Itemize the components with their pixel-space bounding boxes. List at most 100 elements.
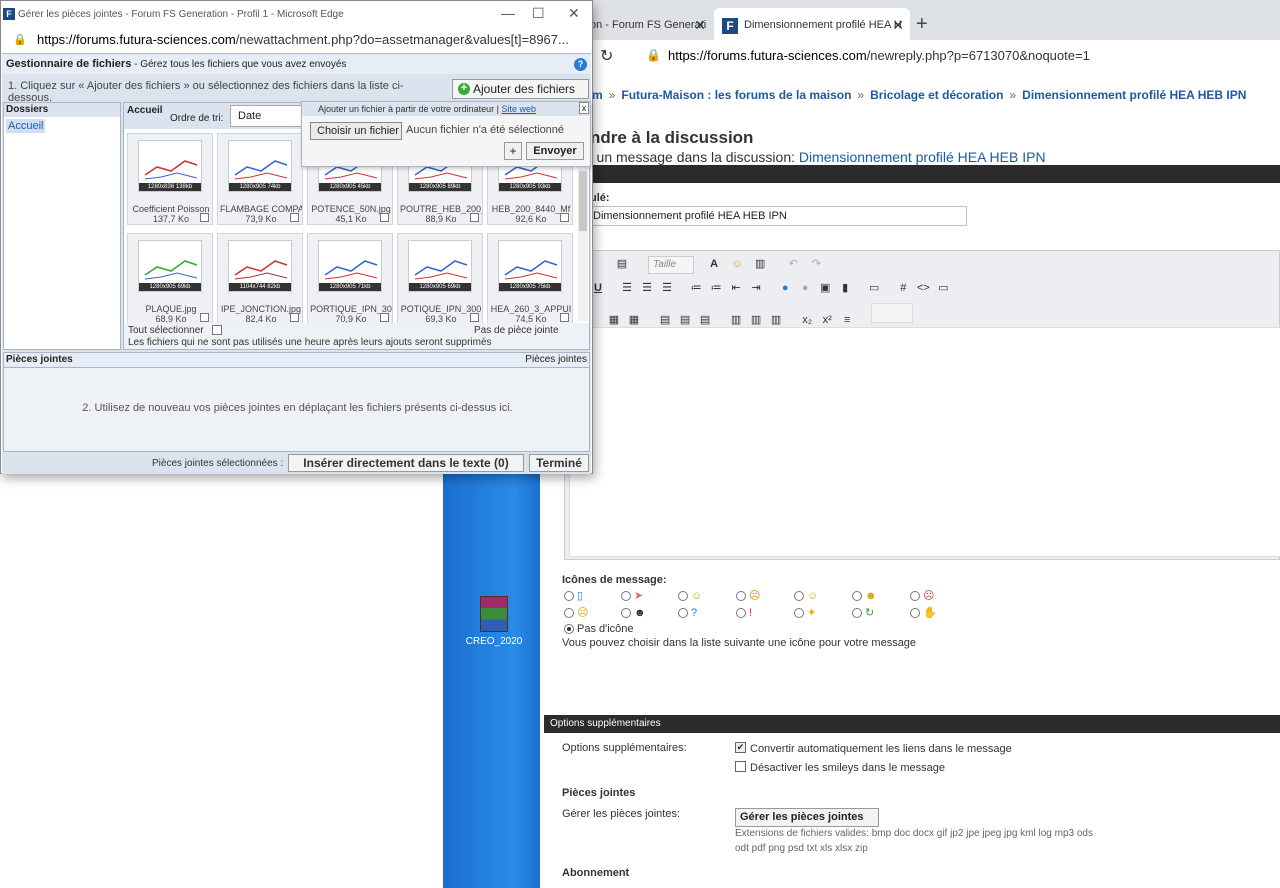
select-all-checkbox[interactable] <box>212 325 222 335</box>
icon-radio[interactable] <box>564 591 574 601</box>
maximize-icon[interactable]: ☐ <box>532 5 545 22</box>
font-color-icon[interactable]: A <box>705 255 723 273</box>
icon-radio[interactable] <box>794 591 804 601</box>
code-icon[interactable]: <> <box>914 279 932 297</box>
send-button[interactable]: Envoyer <box>526 142 584 160</box>
image-icon[interactable]: ▣ <box>816 279 834 297</box>
align-left-icon[interactable]: ☰ <box>618 279 636 297</box>
file-thumbnail[interactable]: 1280x905 71kb PORTIQUE_IPN_30 70,9 Ko <box>307 233 393 325</box>
breadcrumb-item[interactable]: m <box>592 88 603 102</box>
file-thumbnail[interactable]: 1280x905 74kb FLAMBAGE COMPAI 73,9 Ko <box>217 133 303 225</box>
icon-radio[interactable] <box>621 591 631 601</box>
tab-dimensionnement[interactable]: F Dimensionnement profilé HEA H ✕ <box>714 8 910 44</box>
file-thumbnail[interactable]: 1280x905 75kb HEA_260_3_APPUI 74,5 Ko <box>487 233 573 325</box>
thumbnail-preview <box>144 160 198 180</box>
file-select-checkbox[interactable] <box>200 313 209 322</box>
done-button[interactable]: Terminé <box>529 454 589 472</box>
php-icon[interactable]: ▭ <box>934 279 952 297</box>
no-icon-radio[interactable] <box>564 624 574 634</box>
outdent-icon[interactable]: ⇤ <box>727 279 745 297</box>
icon-radio[interactable] <box>852 591 862 601</box>
close-tab-icon[interactable]: ✕ <box>694 17 706 34</box>
add-files-button[interactable]: + Ajouter des fichiers <box>452 79 589 99</box>
file-select-checkbox[interactable] <box>380 213 389 222</box>
folder-home[interactable]: Accueil <box>6 119 46 133</box>
sort-label: Ordre de tri: <box>170 113 224 124</box>
desktop-shortcut[interactable]: CREO_2020 <box>464 596 524 647</box>
new-tab-icon[interactable]: + <box>916 13 928 36</box>
scrollbar-thumb[interactable] <box>579 171 587 231</box>
message-textarea[interactable] <box>569 327 1280 557</box>
file-thumbnail[interactable]: 1104x744 82kb IPE_JONCTION.jpg 82,4 Ko <box>217 233 303 325</box>
add-files-label: Ajouter des fichiers <box>473 82 576 96</box>
icon-radio[interactable] <box>564 608 574 618</box>
sort-select[interactable]: Date <box>230 105 305 127</box>
choose-file-button[interactable]: Choisir un fichier <box>310 122 402 140</box>
smiley-icon[interactable]: ☺ <box>728 255 746 273</box>
file-thumbnail[interactable]: 1280x836 138kb Coefficient Poisson 137,7 K… <box>127 133 213 225</box>
icon-radio[interactable] <box>910 591 920 601</box>
hash-icon[interactable]: # <box>894 279 912 297</box>
convert-links-checkbox[interactable]: ✔ <box>735 742 746 753</box>
files-footer: Tout sélectionner Pas de pièce jointe Le… <box>124 323 589 349</box>
disable-smileys-checkbox[interactable] <box>735 761 746 772</box>
file-select-checkbox[interactable] <box>200 213 209 222</box>
file-select-checkbox[interactable] <box>380 313 389 322</box>
icon-radio[interactable] <box>678 591 688 601</box>
quote-icon[interactable]: ▭ <box>865 279 883 297</box>
reload-icon[interactable]: ↻ <box>600 46 613 66</box>
file-select-checkbox[interactable] <box>290 313 299 322</box>
icon-radio[interactable] <box>678 608 688 618</box>
help-icon[interactable]: ? <box>574 58 587 71</box>
file-thumbnail[interactable]: 1280x905 69kb POTIQUE_IPN_300 69,3 Ko <box>397 233 483 325</box>
attachments-dropzone[interactable]: 2. Utilisez de nouveau vos pièces jointe… <box>3 368 590 452</box>
thumbnail-image: 1104x744 82kb <box>228 240 292 292</box>
indent-icon[interactable]: ⇥ <box>747 279 765 297</box>
url-field[interactable]: https://forums.futura-sciences.com/newre… <box>668 48 1090 63</box>
breadcrumb-item[interactable]: Bricolage et décoration <box>870 88 1003 102</box>
insert-inline-button[interactable]: Insérer directement dans le texte (0) <box>288 454 524 472</box>
unlink-icon[interactable]: ● <box>796 279 814 297</box>
align-right-icon[interactable]: ☰ <box>658 279 676 297</box>
link-icon[interactable]: ● <box>776 279 794 297</box>
file-select-checkbox[interactable] <box>470 213 479 222</box>
font-size-select[interactable]: Taille <box>648 256 695 274</box>
popup-url-bar[interactable]: 🔒 https://forums.futura-sciences.com/new… <box>1 29 592 51</box>
icon-radio[interactable] <box>736 608 746 618</box>
undo-icon[interactable]: ↶ <box>784 255 802 273</box>
file-select-checkbox[interactable] <box>470 313 479 322</box>
close-icon[interactable]: ✕ <box>568 5 580 22</box>
title-input[interactable]: Dimensionnement profilé HEA HEB IPN <box>586 206 967 226</box>
breadcrumb-item[interactable]: Dimensionnement profilé HEA HEB IPN <box>1022 88 1246 102</box>
selected-attachments-label: Pièces jointes sélectionnées : <box>152 458 284 469</box>
video-icon[interactable]: ▮ <box>836 279 854 297</box>
popup-footer: Pièces jointes sélectionnées : Insérer d… <box>2 453 591 474</box>
breadcrumb-item[interactable]: Futura-Maison : les forums de la maison <box>621 88 851 102</box>
document-icon: ▯ <box>577 590 584 602</box>
numbered-list-icon[interactable]: ≔ <box>687 279 705 297</box>
popup-titlebar: F Gérer les pièces jointes - Forum FS Ge… <box>1 1 592 29</box>
add-upload-field-button[interactable]: + <box>504 142 522 160</box>
extensions-line: odt pdf png psd txt xls xlsx zip <box>735 843 868 854</box>
close-upload-icon[interactable]: x <box>579 102 589 114</box>
thread-link[interactable]: Dimensionnement profilé HEA HEB IPN <box>799 149 1046 165</box>
icon-radio[interactable] <box>736 591 746 601</box>
wink-icon: ☻ <box>865 590 877 602</box>
bullet-list-icon[interactable]: ≔ <box>707 279 725 297</box>
file-select-checkbox[interactable] <box>290 213 299 222</box>
icon-radio[interactable] <box>910 608 920 618</box>
file-thumbnail[interactable]: 1280x905 69kb PLAQUE.jpg 68,9 Ko <box>127 233 213 325</box>
website-link[interactable]: Site web <box>501 104 536 114</box>
file-select-checkbox[interactable] <box>560 313 569 322</box>
manage-attachments-button[interactable]: Gérer les pièces jointes <box>735 808 879 827</box>
clipboard-icon[interactable]: ▥ <box>751 255 769 273</box>
align-center-icon[interactable]: ☰ <box>638 279 656 297</box>
icon-radio[interactable] <box>794 608 804 618</box>
icon-radio[interactable] <box>621 608 631 618</box>
icon-radio[interactable] <box>852 608 862 618</box>
redo-icon[interactable]: ↷ <box>807 255 825 273</box>
paste-icon[interactable]: ▤ <box>613 255 631 273</box>
close-tab-icon[interactable]: ✕ <box>892 17 904 34</box>
minimize-icon[interactable]: — <box>501 5 515 21</box>
file-select-checkbox[interactable] <box>560 213 569 222</box>
